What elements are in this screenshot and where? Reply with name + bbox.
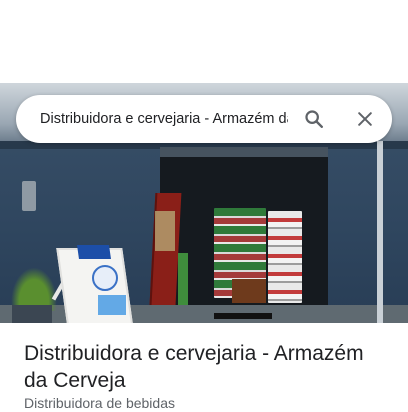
door-mat — [214, 313, 272, 319]
search-input[interactable]: Distribuidora e cervejaria - Armazém da … — [40, 109, 288, 129]
close-icon — [358, 112, 372, 126]
drinks-shelf — [268, 211, 302, 303]
close-button[interactable] — [351, 105, 379, 133]
ice-bag-graphic — [98, 295, 126, 315]
place-title: Distribuidora e cervejaria - Armazém da … — [24, 342, 364, 392]
search-button[interactable] — [300, 105, 328, 133]
sign-header — [77, 245, 111, 259]
sidewalk — [0, 305, 408, 323]
place-category[interactable]: Distribuidora de bebidas — [24, 394, 364, 412]
plant-pot — [12, 305, 52, 323]
entrance-header — [160, 147, 328, 157]
search-icon — [305, 110, 323, 128]
potted-plant — [8, 263, 60, 311]
beer-crates — [232, 279, 266, 303]
awning-pillar — [377, 141, 383, 323]
green-post — [178, 253, 188, 311]
search-bar[interactable]: Distribuidora e cervejaria - Armazém da … — [16, 95, 392, 143]
sign-logo — [92, 265, 118, 291]
top-blank-area — [0, 0, 408, 83]
banner-graphic — [155, 211, 175, 251]
wall-meter — [22, 181, 36, 211]
